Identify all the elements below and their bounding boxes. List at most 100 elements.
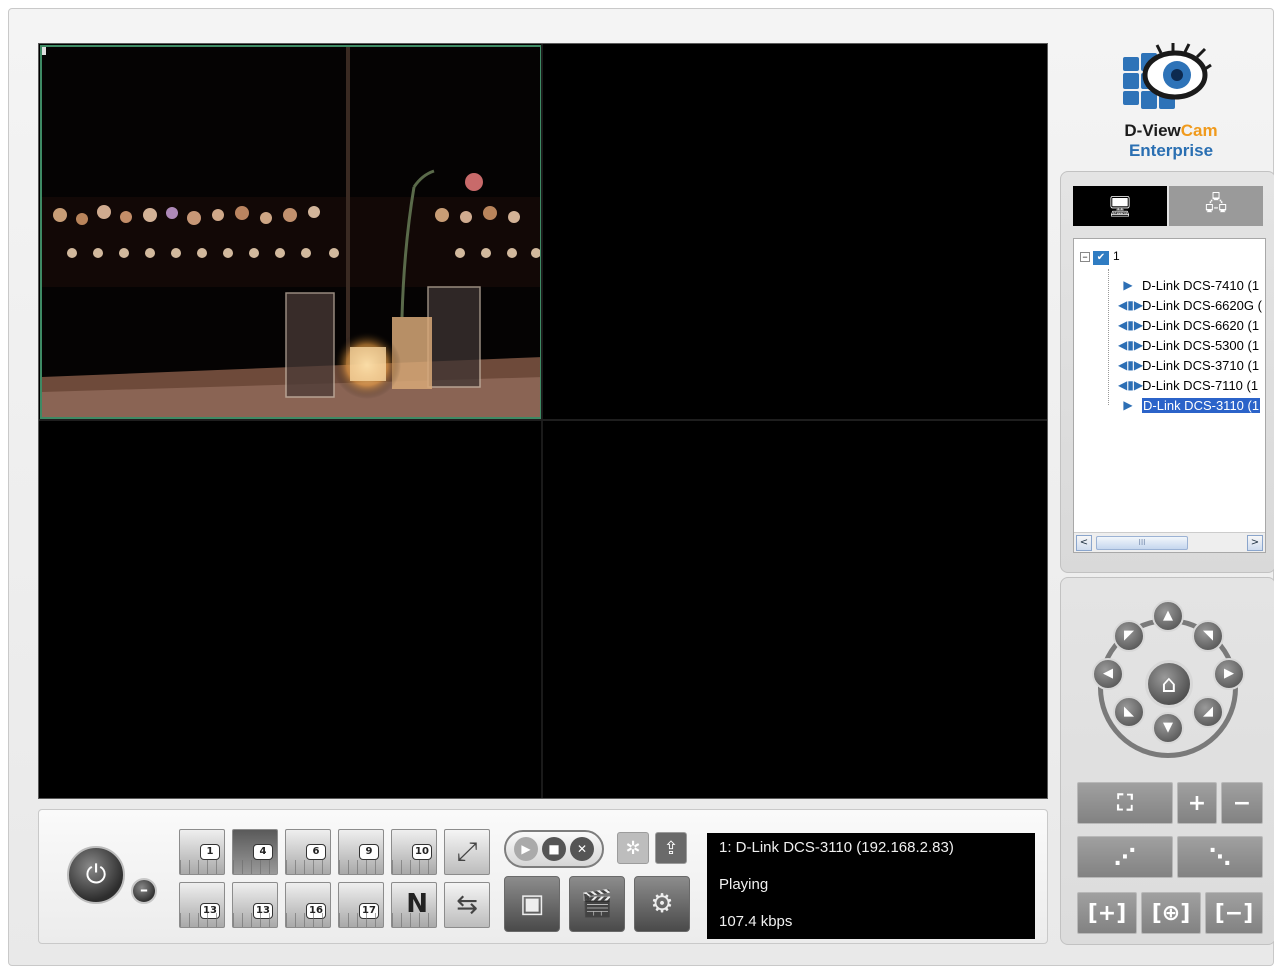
ptz-up-left-button[interactable]: ◤ [1113, 620, 1145, 652]
logo-brand-text: D-ViewCam [1124, 121, 1218, 140]
tree-device-item[interactable]: ◀▮▶ D-Link DCS-6620 (1 [1118, 315, 1259, 335]
zoom-out-button[interactable]: − [1221, 782, 1263, 824]
speaker-icon: ◀▮▶ [1118, 338, 1144, 352]
playback-button[interactable]: ▣ [504, 876, 560, 932]
path-icon: ⋰ [1114, 844, 1136, 870]
tree-root[interactable]: − ✔ 1 [1080, 249, 1120, 265]
video-cell-4[interactable] [543, 421, 1043, 796]
arrow-right-icon: ▶ [1224, 666, 1234, 681]
settings-button[interactable]: ⚙ [634, 876, 690, 932]
status-bitrate: 107.4 kbps [719, 913, 793, 930]
speaker-icon: ◀▮▶ [1118, 358, 1144, 372]
tree-device-item[interactable]: ◀▮▶ D-Link DCS-3710 (1 [1118, 355, 1259, 375]
tab-live-view[interactable]: 🖥 [1073, 186, 1167, 226]
switch-layout-button[interactable]: ⇆ [444, 882, 490, 928]
checkbox-icon[interactable]: ✔ [1093, 251, 1109, 265]
video-cell-3[interactable] [40, 421, 542, 796]
tree-device-item-selected[interactable]: ▶ D-Link DCS-3110 (1 [1118, 395, 1261, 415]
layout-6-button[interactable]: 6 [285, 829, 331, 875]
network-icon: 🖧 [1204, 191, 1228, 215]
layout-13b-button[interactable]: 13 [232, 882, 278, 928]
bottom-toolbar: ⏻ – 1 4 6 9 10 ⤢ 13 13 16 17 N ⇆ ▶ ■ ✕ ✲… [38, 809, 1048, 944]
path-tour-button[interactable]: ⋰ [1077, 836, 1173, 878]
device-tree: − ✔ 1 ▶ D-Link DCS-7410 (1 ◀▮▶ D-Link DCS-66… [1073, 238, 1266, 553]
layout-10-button[interactable]: 10 [391, 829, 437, 875]
focus-in-button[interactable]: [+] [1077, 892, 1137, 934]
layout-n-button[interactable]: N [391, 882, 437, 928]
focus-far-icon: [−] [1214, 900, 1254, 926]
layout-13-button[interactable]: 13 [179, 882, 225, 928]
tree-device-item[interactable]: ◀▮▶ D-Link DCS-7110 (1 [1118, 375, 1258, 395]
focus-center-icon: [⊕] [1151, 900, 1191, 926]
arrow-down-left-icon: ◣ [1124, 704, 1134, 719]
ptz-home-button[interactable]: ⌂ [1145, 660, 1193, 708]
ptz-right-button[interactable]: ▶ [1213, 658, 1245, 690]
power-button[interactable]: ⏻ [67, 846, 125, 904]
layout-16-button[interactable]: 16 [285, 882, 331, 928]
minimize-button[interactable]: – [131, 878, 157, 904]
upload-button[interactable]: ⇪ [655, 832, 687, 864]
speaker-icon: ◀▮▶ [1118, 298, 1144, 312]
arrow-up-left-icon: ◤ [1124, 628, 1134, 643]
zoom-in-button[interactable]: + [1177, 782, 1217, 824]
plus-icon: + [1187, 790, 1207, 816]
playback-controls: ▶ ■ ✕ [504, 830, 604, 868]
speaker-icon: ◀▮▶ [1118, 318, 1144, 332]
ptz-down-right-button[interactable]: ◢ [1192, 696, 1224, 728]
tree-connector [1108, 269, 1109, 405]
layout-17-button[interactable]: 17 [338, 882, 384, 928]
tree-device-item[interactable]: ◀▮▶ D-Link DCS-6620G ( [1118, 295, 1262, 315]
scroll-thumb[interactable]: III [1096, 536, 1188, 550]
power-icon: ⏻ [85, 859, 107, 890]
playback-folder-icon: ▣ [519, 889, 545, 919]
video-grid [38, 43, 1048, 799]
snapshot-button[interactable]: ✲ [617, 832, 649, 864]
auto-focus-button[interactable]: [⊕] [1141, 892, 1201, 934]
ptz-down-left-button[interactable]: ◣ [1113, 696, 1145, 728]
eye-logo-icon [1123, 43, 1212, 109]
close-icon[interactable]: ✕ [570, 837, 594, 861]
fullscreen-button[interactable]: ⤢ [444, 829, 490, 875]
patrol-button[interactable]: ⋱ [1177, 836, 1263, 878]
record-button[interactable]: 🎬 [569, 876, 625, 932]
binoculars-icon: ⛶ [1117, 790, 1133, 816]
focus-out-button[interactable]: [−] [1205, 892, 1263, 934]
ptz-preset-button[interactable]: ⛶ [1077, 782, 1173, 824]
tab-network[interactable]: 🖧 [1169, 186, 1263, 226]
tree-horizontal-scrollbar[interactable]: < III > [1074, 532, 1265, 552]
tree-device-item[interactable]: ▶ D-Link DCS-7410 (1 [1118, 275, 1259, 295]
minus-icon: − [1232, 790, 1252, 816]
ptz-up-right-button[interactable]: ◥ [1192, 620, 1224, 652]
swap-arrows-icon: ⇆ [456, 890, 478, 920]
camera-feed-image [42, 47, 540, 417]
monitor-icon: 🖥 [1107, 194, 1133, 218]
aperture-icon: ✲ [625, 837, 641, 859]
layout-1-button[interactable]: 1 [179, 829, 225, 875]
scroll-right-button[interactable]: > [1247, 535, 1263, 551]
layout-label: 4 [253, 844, 273, 860]
arrow-up-right-icon: ◥ [1203, 628, 1213, 643]
arrow-up-icon: ▲ [1163, 608, 1173, 623]
layout-4-button[interactable]: 4 [232, 829, 278, 875]
ptz-down-button[interactable]: ▼ [1152, 712, 1184, 744]
collapse-icon[interactable]: − [1080, 252, 1090, 262]
home-icon: ⌂ [1161, 670, 1177, 698]
upload-icon: ⇪ [663, 837, 679, 859]
ptz-up-button[interactable]: ▲ [1152, 600, 1184, 632]
scroll-left-button[interactable]: < [1076, 535, 1092, 551]
grid-divider-vertical [541, 44, 543, 798]
video-cell-1[interactable] [40, 45, 542, 419]
device-panel: 🖥 🖧 − ✔ 1 ▶ D-Link DCS-7410 (1 ◀▮▶ D-Link DC… [1060, 171, 1274, 573]
tree-root-label: 1 [1113, 249, 1120, 263]
video-cell-2[interactable] [543, 45, 1043, 419]
app-window: ⏻ – 1 4 6 9 10 ⤢ 13 13 16 17 N ⇆ ▶ ■ ✕ ✲… [8, 8, 1274, 966]
speaker-icon: ◀▮▶ [1118, 378, 1144, 392]
layout-9-button[interactable]: 9 [338, 829, 384, 875]
layout-label: 10 [412, 844, 432, 860]
ptz-left-button[interactable]: ◀ [1092, 658, 1124, 690]
play-icon[interactable]: ▶ [514, 837, 538, 861]
expand-arrows-icon: ⤢ [456, 836, 478, 867]
stop-icon[interactable]: ■ [542, 837, 566, 861]
tree-device-item[interactable]: ◀▮▶ D-Link DCS-5300 (1 [1118, 335, 1259, 355]
play-icon: ▶ [1123, 398, 1133, 412]
